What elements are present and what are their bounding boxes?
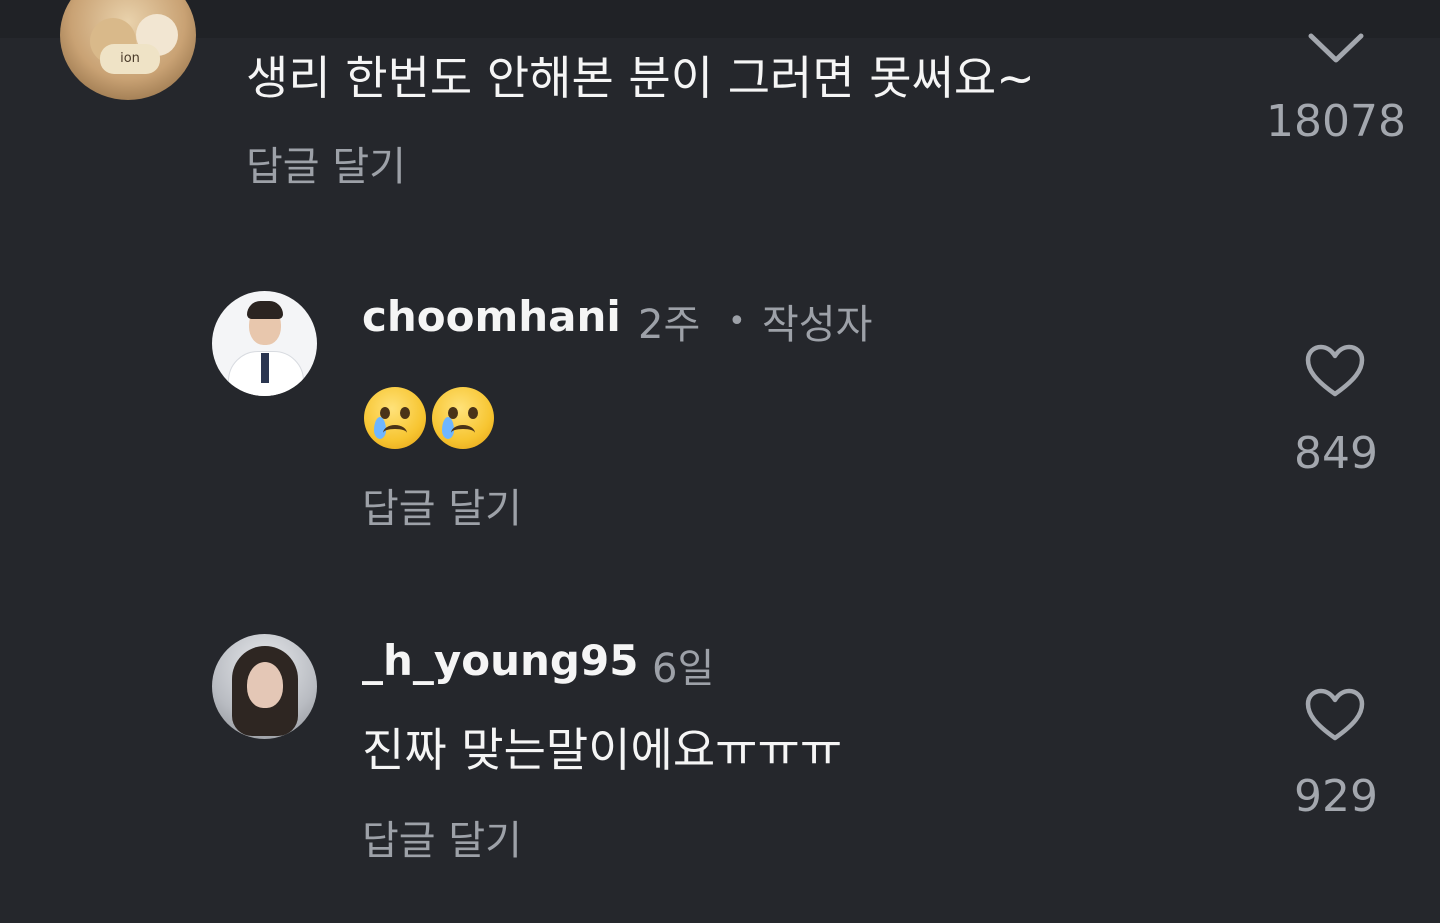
chevron-down-icon[interactable] [1305, 30, 1367, 70]
meta-separator: • [728, 304, 746, 339]
emoji-mouth [383, 425, 407, 441]
comments-screen: ion 생리 한번도 안해본 분이 그러면 못써요~ 답글 달기 18078 c… [0, 0, 1440, 923]
heart-outline-icon[interactable] [1305, 344, 1365, 398]
like-count: 849 [1294, 428, 1378, 479]
username[interactable]: choomhani [362, 292, 621, 341]
avatar[interactable]: ion [60, 0, 196, 100]
comment-time: 2주 [638, 302, 701, 348]
emoji-eye [400, 407, 410, 419]
comment-time: 6일 [652, 646, 715, 692]
crying-face-emoji-icon [432, 387, 494, 449]
reply-button[interactable]: 답글 달기 [362, 476, 522, 534]
reply-button[interactable]: 답글 달기 [246, 134, 406, 192]
author-badge: 작성자 [762, 302, 873, 348]
like-count: 18078 [1266, 96, 1406, 147]
avatar-shirt-text: ion [100, 44, 160, 74]
reply-button[interactable]: 답글 달기 [362, 808, 522, 866]
emoji-mouth [451, 425, 475, 441]
avatar[interactable] [212, 634, 317, 739]
emoji-eye [468, 407, 478, 419]
comment-text: 생리 한번도 안해본 분이 그러면 못써요~ [246, 51, 1035, 105]
heart-outline-icon[interactable] [1305, 688, 1365, 742]
top-strip [0, 0, 1440, 38]
username[interactable]: _h_young95 [362, 636, 638, 685]
comment-text: 진짜 맞는말이에요ㅠㅠㅠ [362, 723, 843, 777]
crying-face-emoji-icon [364, 387, 426, 449]
avatar-tie [261, 353, 269, 383]
avatar-face [247, 662, 283, 708]
like-count: 929 [1294, 771, 1378, 822]
avatar-hair [247, 301, 283, 319]
avatar[interactable] [212, 291, 317, 396]
